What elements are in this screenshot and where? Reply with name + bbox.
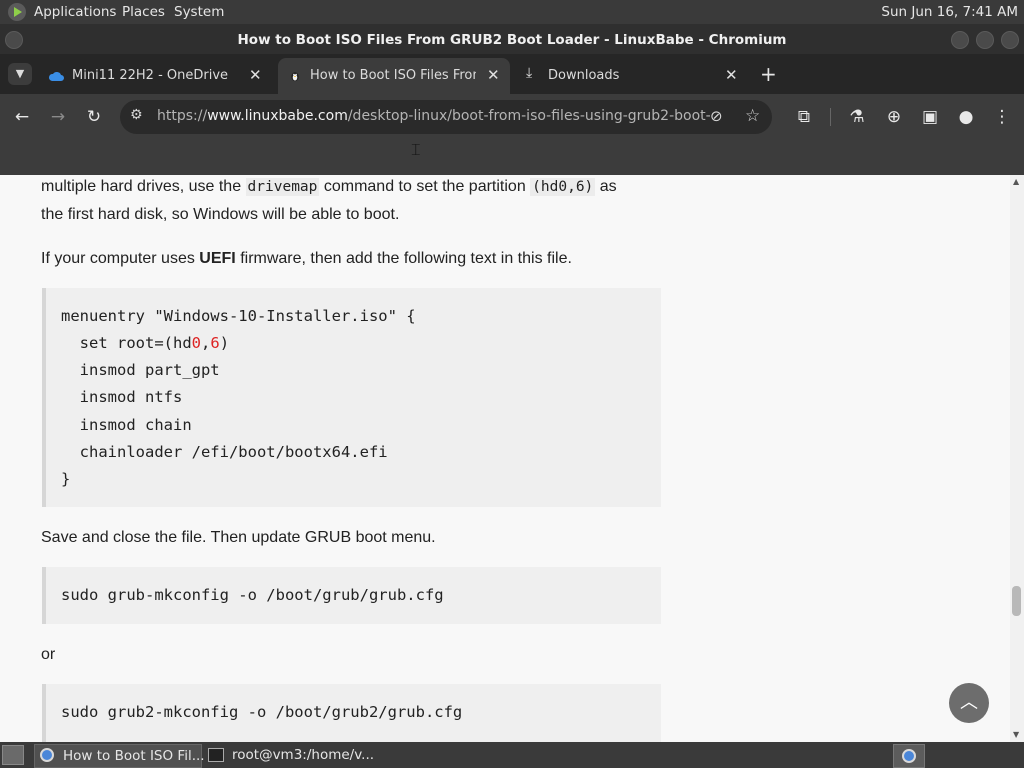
close-icon[interactable]: ✕ <box>725 66 738 84</box>
article-paragraph: Save and close the file. Then update GRU… <box>41 529 436 546</box>
tab-linuxbabe[interactable]: How to Boot ISO Files From G ✕ <box>278 58 510 94</box>
maximize-button[interactable] <box>976 31 994 49</box>
chromium-icon <box>902 749 916 763</box>
taskbar-chromium-window[interactable]: How to Boot ISO Fil... <box>34 744 205 768</box>
text: as <box>595 178 617 195</box>
text: multiple hard drives, use the <box>41 178 246 195</box>
code-line: menuentry "Windows-10-Installer.iso" { <box>61 307 416 325</box>
window-title: How to Boot ISO Files From GRUB2 Boot Lo… <box>237 32 787 48</box>
article-paragraph: or <box>41 646 56 663</box>
close-window-button[interactable] <box>1001 31 1019 49</box>
tab-strip: ▼ Mini11 22H2 - OneDrive ✕ How to Boot I… <box>0 54 1024 94</box>
chevron-up-icon: ︿ <box>960 692 978 713</box>
toolbar-divider <box>830 108 831 126</box>
downloads-icon[interactable]: ⊕ <box>883 106 905 128</box>
code-token: ) <box>219 334 230 352</box>
code-line: insmod ntfs <box>61 388 183 406</box>
workspace-switcher[interactable] <box>893 744 925 768</box>
labs-flask-icon[interactable]: ⚗ <box>846 106 868 128</box>
text: command to set the partition <box>319 178 531 195</box>
article-paragraph: If your computer uses UEFI firmware, the… <box>41 245 661 272</box>
close-icon[interactable]: ✕ <box>249 66 262 84</box>
taskbar-label: How to Boot ISO Fil... <box>63 748 205 764</box>
mouse-cursor-icon: ⌶ <box>411 140 421 159</box>
profile-icon[interactable]: ● <box>955 106 977 128</box>
bookmark-star-icon[interactable]: ☆ <box>745 106 760 126</box>
address-bar[interactable]: ⚙ https://www.linuxbabe.com/desktop-linu… <box>120 100 772 134</box>
side-panel-icon[interactable]: ▣ <box>919 106 941 128</box>
code-block-grub-mkconfig[interactable]: sudo grub-mkconfig -o /boot/grub/grub.cf… <box>42 567 661 624</box>
code-block-uefi-entry[interactable]: menuentry "Windows-10-Installer.iso" { s… <box>42 288 661 507</box>
tab-onedrive[interactable]: Mini11 22H2 - OneDrive ✕ <box>38 60 270 90</box>
text: firmware, then add the following text in… <box>235 250 572 267</box>
bold-text: UEFI <box>199 250 236 267</box>
browser-toolbar: ← → ↻ ⚙ https://www.linuxbabe.com/deskto… <box>0 94 1024 140</box>
places-menu[interactable]: Places <box>122 4 165 20</box>
clock[interactable]: Sun Jun 16, 7:41 AM <box>881 4 1018 20</box>
code-line: insmod chain <box>61 416 192 434</box>
code-token: set root=(hd <box>61 334 192 352</box>
url-text[interactable]: https://www.linuxbabe.com/desktop-linux/… <box>157 108 712 124</box>
chevron-down-icon: ▼ <box>15 67 25 80</box>
reload-icon[interactable]: ↻ <box>83 106 105 128</box>
article-paragraph: multiple hard drives, use the drivemap c… <box>41 175 661 228</box>
close-icon[interactable]: ✕ <box>487 66 500 84</box>
distro-logo-icon[interactable] <box>8 3 26 21</box>
page-scrollbar[interactable]: ▲ ▼ <box>1010 175 1024 742</box>
code-token: , <box>201 334 211 352</box>
site-info-icon[interactable]: ⚙ <box>130 107 143 123</box>
chromium-icon <box>40 748 54 762</box>
url-host: www.linuxbabe.com <box>207 108 348 124</box>
code-block-grub2-mkconfig[interactable]: sudo grub2-mkconfig -o /boot/grub2/grub.… <box>42 684 661 742</box>
linuxbabe-favicon <box>291 72 299 82</box>
back-to-top-button[interactable]: ︿ <box>949 683 989 723</box>
minimize-button[interactable] <box>951 31 969 49</box>
onedrive-icon <box>48 71 64 81</box>
scroll-up-arrow-icon[interactable]: ▲ <box>1013 177 1019 186</box>
window-titlebar[interactable]: How to Boot ISO Files From GRUB2 Boot Lo… <box>0 24 1024 54</box>
code-line: sudo grub2-mkconfig -o /boot/grub2/grub.… <box>61 703 463 721</box>
extensions-icon[interactable]: ⧉ <box>793 106 815 128</box>
more-menu-icon[interactable]: ⋮ <box>991 106 1013 128</box>
code-line: sudo grub-mkconfig -o /boot/grub/grub.cf… <box>61 586 444 604</box>
tab-label: Mini11 22H2 - OneDrive <box>72 68 229 83</box>
text: the first hard disk, so Windows will be … <box>41 206 400 223</box>
toolbar-spacer: ⌶ <box>0 140 1024 175</box>
tab-search-button[interactable]: ▼ <box>8 63 32 85</box>
terminal-icon <box>208 748 224 762</box>
desktop-taskbar: How to Boot ISO Fil... root@vm3:/home/v.… <box>0 742 1024 768</box>
forward-arrow-icon[interactable]: → <box>47 106 69 128</box>
desktop-top-panel: Applications Places System Sun Jun 16, 7… <box>0 0 1024 24</box>
new-tab-plus-icon[interactable]: + <box>760 62 777 86</box>
scroll-down-arrow-icon[interactable]: ▼ <box>1013 730 1019 739</box>
scrollbar-thumb[interactable] <box>1012 586 1021 616</box>
url-scheme: https:// <box>157 108 208 124</box>
code-line: } <box>61 470 71 488</box>
tab-downloads[interactable]: ⤓ Downloads ✕ <box>518 60 750 90</box>
tab-label: How to Boot ISO Files From G <box>310 68 476 83</box>
code-number: 6 <box>210 334 220 352</box>
page-content[interactable]: multiple hard drives, use the drivemap c… <box>0 175 1010 742</box>
code-line: chainloader /efi/boot/bootx64.efi <box>61 443 388 461</box>
taskbar-terminal-window[interactable]: root@vm3:/home/v... <box>204 744 394 766</box>
system-menu[interactable]: System <box>174 4 224 20</box>
download-icon: ⤓ <box>526 65 533 81</box>
back-arrow-icon[interactable]: ← <box>11 106 33 128</box>
code-line: set root=(hd0,6) <box>61 334 229 352</box>
text: If your computer uses <box>41 250 200 267</box>
code-number: 0 <box>191 334 201 352</box>
eye-slash-icon[interactable]: ⊘ <box>710 107 723 125</box>
code-line: insmod part_gpt <box>61 361 220 379</box>
applications-menu[interactable]: Applications <box>34 4 116 20</box>
taskbar-label: root@vm3:/home/v... <box>232 747 375 763</box>
tab-label: Downloads <box>548 68 620 83</box>
url-path: /desktop-linux/boot-from-iso-files-using… <box>347 108 712 124</box>
show-desktop-icon[interactable] <box>2 745 24 765</box>
inline-code: drivemap <box>245 178 320 196</box>
inline-code: (hd0,6) <box>530 178 596 196</box>
